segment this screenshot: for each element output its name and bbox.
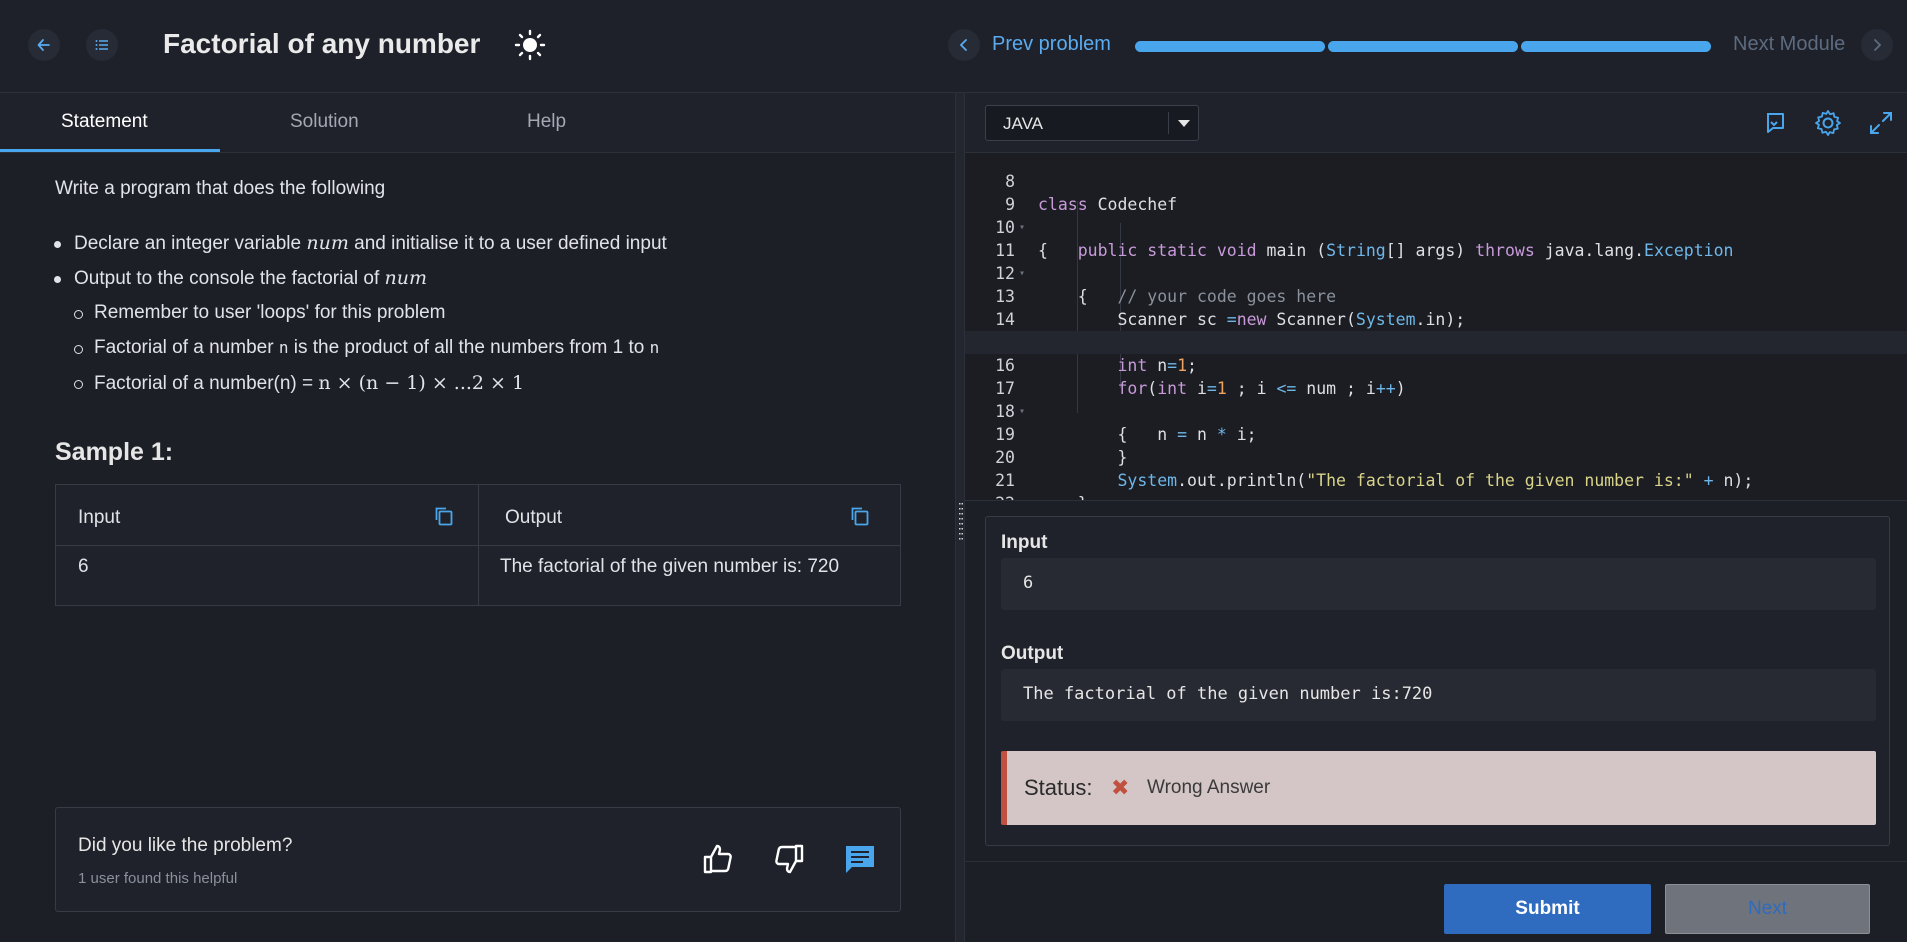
problem-pane: Statement Solution Help Write a program …: [0, 93, 955, 942]
sample-output-value: The factorial of the given number is: 72…: [500, 556, 840, 577]
thumbs-up-icon[interactable]: [701, 842, 735, 876]
next-module-link[interactable]: Next Module: [1733, 33, 1845, 56]
chevron-left-icon: [959, 39, 967, 51]
comment-icon[interactable]: [843, 842, 877, 876]
code-line: 18 n = n * i;: [965, 377, 1907, 444]
code-line: 11 ▾ {: [965, 216, 1907, 306]
code-line: 12 // your code goes here: [965, 239, 1907, 306]
bullet-ring: [74, 380, 83, 389]
sample-input-header: Input: [78, 507, 121, 528]
feedback-card: Did you like the problem? 1 user found t…: [55, 807, 901, 912]
progress-segment-3: [1521, 41, 1711, 52]
reset-code-icon[interactable]: [1760, 108, 1790, 138]
statement-subbullet-2: Factorial of a number n is the product o…: [74, 337, 659, 359]
tab-help[interactable]: Help: [527, 111, 566, 133]
code-line: 22 }: [965, 469, 1907, 500]
bullet-ring: [74, 345, 83, 354]
statement-bullet-1: Declare an integer variable num and init…: [54, 232, 667, 255]
progress-segment-2: [1328, 41, 1518, 52]
code-line-active: 16 for(int i=1 ; i <= num ; i++): [965, 331, 1907, 398]
top-bar: Factorial of any number Prev problem Nex…: [0, 0, 1907, 93]
code-line: 17 ▾ {: [965, 354, 1907, 444]
fullscreen-icon[interactable]: [1866, 108, 1896, 138]
chevron-down-icon: [1178, 120, 1190, 127]
tab-solution[interactable]: Solution: [290, 111, 359, 133]
result-output-box: The factorial of the given number is:720: [1001, 669, 1876, 721]
code-line: 15 int n=1;: [965, 308, 1907, 375]
action-footer: Submit Next: [965, 861, 1907, 942]
theme-toggle-sun-icon[interactable]: [514, 29, 546, 61]
code-line: 13 Scanner sc =new Scanner(System.in);: [965, 262, 1907, 329]
feedback-question: Did you like the problem?: [78, 835, 293, 856]
status-value: Wrong Answer: [1147, 777, 1271, 798]
thumbs-down-icon[interactable]: [772, 842, 806, 876]
table-divider: [56, 545, 900, 546]
statement-subbullet-1: Remember to user 'loops' for this proble…: [74, 302, 446, 324]
sample-output-header: Output: [505, 507, 563, 528]
prev-problem-button[interactable]: [948, 29, 980, 61]
drag-handle-icon[interactable]: [959, 503, 963, 543]
bullet-dot: [54, 241, 61, 248]
code-line: 20 System.out.println("The factorial of …: [965, 423, 1907, 490]
result-output-value: The factorial of the given number is:720: [1023, 684, 1433, 704]
copy-input-icon[interactable]: [433, 505, 455, 527]
code-line: 9 ▾ {: [965, 170, 1907, 260]
language-value: JAVA: [1003, 114, 1043, 133]
statement-intro: Write a program that does the following: [55, 178, 386, 199]
error-x-icon: ✖: [1111, 775, 1130, 800]
tab-statement[interactable]: Statement: [61, 111, 148, 133]
result-input-label: Input: [1001, 532, 1048, 553]
status-banner: Status: ✖ Wrong Answer: [1001, 751, 1876, 825]
active-tab-indicator: [0, 149, 220, 152]
sample-table: Input Output 6 The factorial of the give…: [55, 484, 901, 606]
sample-input-value: 6: [78, 556, 89, 577]
feedback-helpful-count: 1 user found this helpful: [78, 870, 238, 887]
bullet-ring: [74, 310, 83, 319]
select-separator: [1168, 112, 1169, 134]
line-number: 22: [965, 492, 1015, 500]
editor-pane: JAVA 8 class Codechef 9 ▾ { 10 public st…: [965, 93, 1907, 942]
problem-tabs: Statement Solution Help: [0, 93, 955, 153]
code-line: 19 }: [965, 400, 1907, 467]
code-line: 8 class Codechef: [965, 153, 1907, 214]
chevron-right-icon: [1874, 39, 1882, 51]
next-button[interactable]: Next: [1665, 884, 1870, 934]
bullet-dot: [54, 276, 61, 283]
list-icon: [95, 40, 108, 50]
sample-title: Sample 1:: [55, 438, 174, 466]
result-input-box: 6: [1001, 558, 1876, 610]
copy-output-icon[interactable]: [849, 505, 871, 527]
run-result-panel: Input 6 Output The factorial of the give…: [985, 516, 1890, 846]
back-button[interactable]: [28, 29, 60, 61]
code-text: }: [1038, 492, 1088, 500]
code-editor[interactable]: 8 class Codechef 9 ▾ { 10 public static …: [965, 153, 1907, 501]
next-module-button[interactable]: [1861, 29, 1893, 61]
page-title: Factorial of any number: [163, 28, 481, 59]
result-output-label: Output: [1001, 643, 1064, 664]
editor-toolbar: JAVA: [965, 93, 1907, 153]
arrow-left-icon: [37, 39, 50, 51]
statement-bullet-2: Output to the console the factorial of n…: [54, 267, 427, 290]
settings-gear-icon[interactable]: [1813, 108, 1843, 138]
status-label: Status:: [1024, 775, 1093, 800]
code-line: 14 int num=sc.nextInt();: [965, 285, 1907, 352]
submit-button[interactable]: Submit: [1444, 884, 1651, 934]
problem-list-button[interactable]: [86, 29, 118, 61]
statement-subbullet-3: Factorial of a number(n) = n × (n − 1) ×…: [74, 372, 524, 395]
result-input-value: 6: [1023, 573, 1034, 593]
pane-splitter[interactable]: [955, 93, 965, 942]
code-line: 10 public static void main (String[] arg…: [965, 193, 1907, 260]
language-select[interactable]: JAVA: [985, 105, 1199, 141]
code-line: 21 }: [965, 446, 1907, 500]
progress-segment-1: [1135, 41, 1325, 52]
prev-problem-link[interactable]: Prev problem: [992, 33, 1111, 56]
